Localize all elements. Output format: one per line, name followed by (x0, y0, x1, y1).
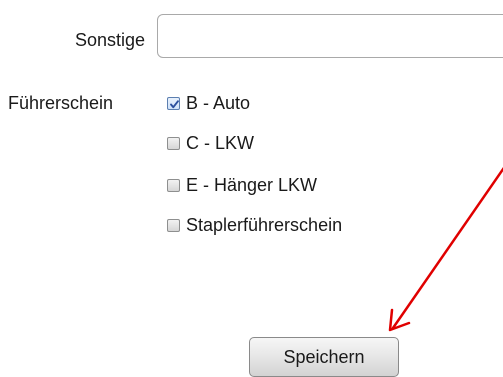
checkbox-b-auto[interactable] (167, 96, 180, 110)
sonstige-input[interactable] (157, 14, 503, 58)
checkbox-label-e-haenger-lkw: E - Hänger LKW (186, 175, 318, 195)
checkbox-label-b-auto: B - Auto (186, 93, 251, 113)
save-button[interactable]: Speichern (249, 337, 399, 377)
checkbox-e-haenger-lkw[interactable] (167, 178, 180, 192)
checkbox-staplerfuehrerschein[interactable] (167, 218, 180, 232)
fuehrerschein-label: Führerschein (8, 93, 114, 113)
checkbox-row-c-lkw[interactable]: C - LKW (167, 132, 254, 154)
checkbox-label-staplerfuehrerschein: Staplerführerschein (186, 215, 343, 235)
checkbox-c-lkw[interactable] (167, 136, 180, 150)
checkbox-row-staplerfuehrerschein[interactable]: Staplerführerschein (167, 214, 342, 236)
checkbox-row-e-haenger-lkw[interactable]: E - Hänger LKW (167, 174, 317, 196)
sonstige-label: Sonstige (74, 30, 145, 50)
checkbox-label-c-lkw: C - LKW (186, 133, 255, 153)
checkmark-icon (170, 99, 179, 108)
annotation-arrow (388, 167, 503, 332)
checkbox-row-b-auto[interactable]: B - Auto (167, 92, 250, 114)
